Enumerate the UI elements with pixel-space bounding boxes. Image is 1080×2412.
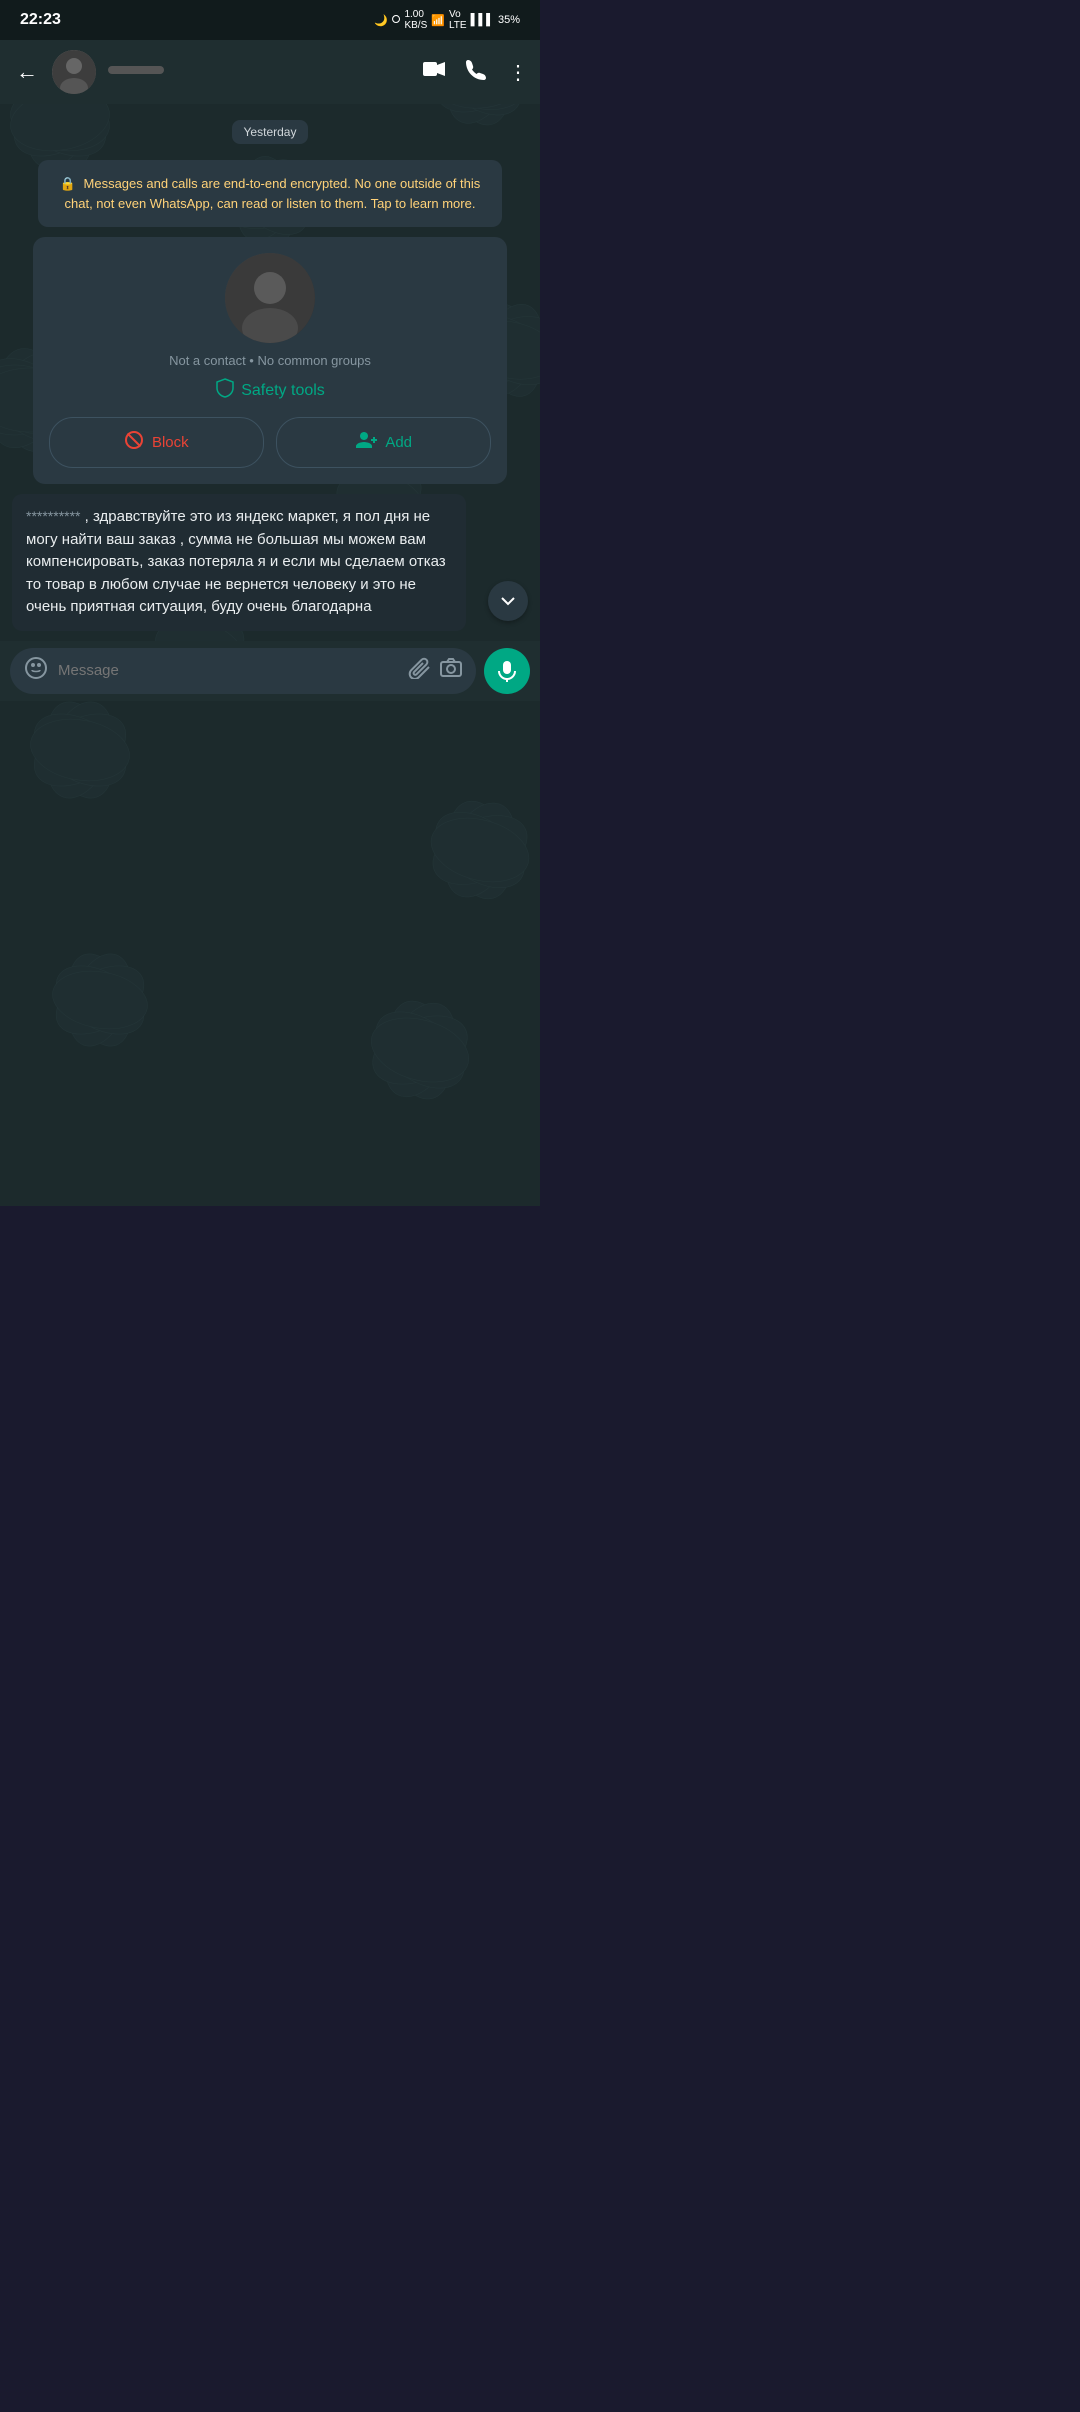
lock-icon: 🔒 [60, 176, 76, 191]
block-icon [124, 430, 144, 455]
encryption-text: Messages and calls are end-to-end encryp… [65, 176, 481, 211]
wifi-icon: 📶 [431, 14, 445, 27]
safety-tools-label: Safety tools [241, 382, 325, 400]
message-input[interactable] [58, 662, 398, 679]
message-text: , здравствуйте это из яндекс маркет, я п… [26, 508, 446, 615]
sender-indicator: ********** [26, 508, 80, 524]
add-label: Add [385, 434, 412, 451]
add-contact-button[interactable]: Add [276, 417, 491, 468]
lte-icon: VoLTE [449, 9, 467, 31]
chat-header: ← [0, 40, 540, 104]
contact-status: Not a contact • No common groups [169, 353, 371, 368]
bluetooth-icon: ⭘ [392, 14, 401, 27]
more-options-button[interactable]: ⋮ [508, 60, 528, 85]
contact-card-avatar [225, 253, 315, 343]
contact-card: Not a contact • No common groups Safety … [33, 237, 508, 484]
message-bubble: ********** , здравствуйте это из яндекс … [12, 494, 466, 631]
status-bar: 22:23 🌙 ⭘ 1.00KB/S 📶 VoLTE ▌▌▌ 35% [0, 0, 540, 40]
avatar-image [52, 50, 96, 94]
signal-icon: ▌▌▌ [471, 14, 494, 26]
battery-icon: 35% [498, 14, 520, 26]
contact-info[interactable] [106, 62, 412, 83]
block-label: Block [152, 434, 189, 451]
header-actions: ⋮ [422, 58, 528, 86]
date-label: Yesterday [232, 120, 309, 144]
back-button[interactable]: ← [12, 55, 42, 89]
safety-tools-button[interactable]: Safety tools [215, 378, 325, 403]
status-time: 22:23 [20, 11, 61, 29]
chat-area: Yesterday 🔒 Messages and calls are end-t… [0, 104, 540, 641]
attach-button[interactable] [408, 657, 430, 685]
encryption-notice[interactable]: 🔒 Messages and calls are end-to-end encr… [38, 160, 502, 227]
add-person-icon [355, 431, 377, 454]
video-call-button[interactable] [422, 60, 446, 84]
input-bar [0, 641, 540, 701]
date-divider: Yesterday [12, 120, 528, 144]
contact-name [106, 62, 412, 83]
shield-icon [215, 378, 235, 403]
block-button[interactable]: Block [49, 417, 264, 468]
status-icons: 🌙 ⭘ 1.00KB/S 📶 VoLTE ▌▌▌ 35% [374, 9, 520, 31]
scroll-down-button[interactable] [488, 581, 528, 621]
moon-icon: 🌙 [374, 14, 388, 27]
data-speed: 1.00KB/S [404, 9, 427, 31]
camera-button[interactable] [440, 657, 462, 685]
emoji-button[interactable] [24, 656, 48, 686]
avatar[interactable] [52, 50, 96, 94]
message-input-wrapper [10, 648, 476, 694]
mic-button[interactable] [484, 648, 530, 694]
card-actions: Block Add [49, 417, 492, 468]
phone-call-button[interactable] [466, 58, 488, 86]
